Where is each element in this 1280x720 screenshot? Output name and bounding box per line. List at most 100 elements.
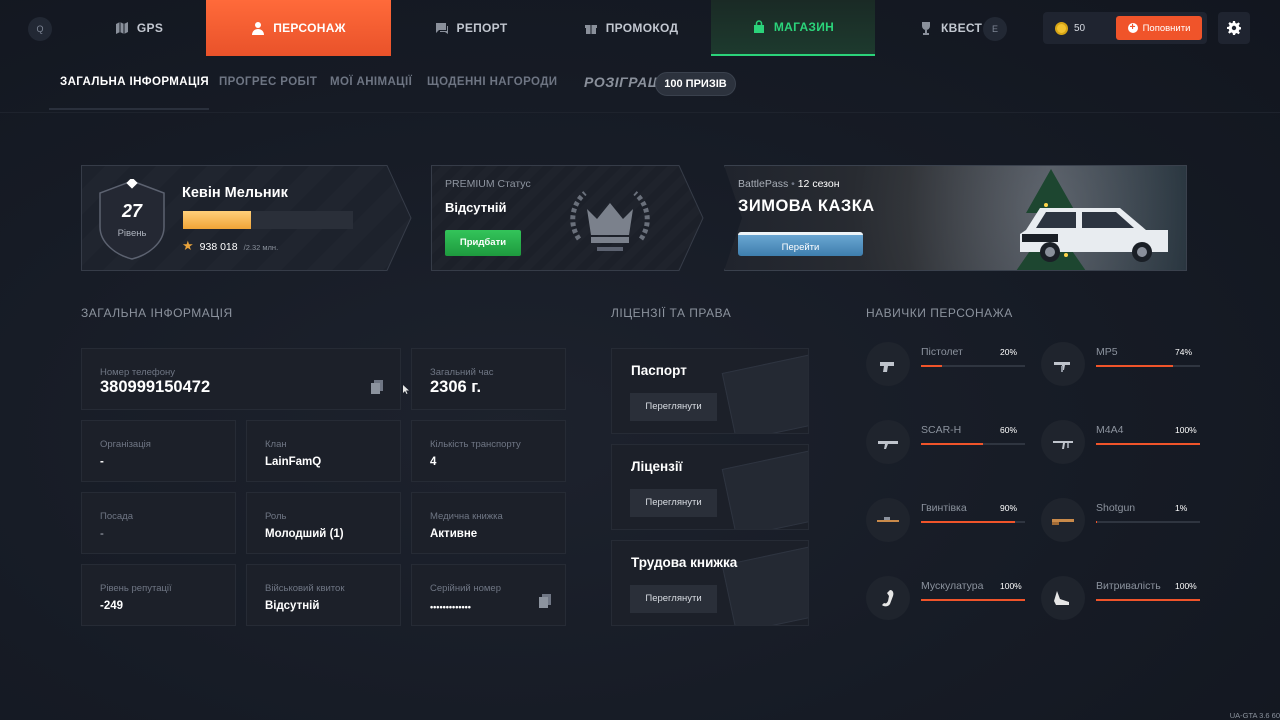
- skill-progress-bar: [1096, 443, 1200, 445]
- battlepass-card[interactable]: BattlePass • 12 сезон ЗИМОВА КАЗКА Перей…: [724, 165, 1187, 271]
- skill-item: Гвинтівка 90%: [866, 498, 1026, 552]
- tab-shop[interactable]: МАГАЗИН: [711, 0, 875, 56]
- clan-label: Клан: [265, 439, 287, 450]
- position-value: -: [100, 528, 104, 540]
- tab-character[interactable]: ПЕРСОНАЖ: [206, 0, 391, 56]
- playtime-value: 2306 г.: [430, 378, 482, 396]
- view-licenses-button[interactable]: Переглянути: [630, 489, 717, 517]
- coin-icon: [1055, 21, 1068, 35]
- map-icon: [115, 22, 128, 34]
- battlepass-name: BattlePass: [738, 178, 789, 190]
- sub-navigation: ЗАГАЛЬНА ІНФОРМАЦІЯ ПРОГРЕС РОБІТ МОЇ АН…: [0, 62, 1280, 112]
- subtab-job-progress[interactable]: ПРОГРЕС РОБІТ: [219, 76, 317, 88]
- subtab-my-animations[interactable]: МОЇ АНІМАЦІЇ: [330, 76, 412, 88]
- skill-name: Shotgun: [1096, 502, 1136, 514]
- chat-icon: [435, 23, 448, 34]
- skill-name: SCAR-H: [921, 424, 962, 436]
- level-label: Рівень: [117, 228, 147, 239]
- clan-cell: Клан LainFamQ: [246, 420, 401, 482]
- skill-progress-fill: [921, 365, 942, 367]
- battlepass-season: 12 сезон: [797, 178, 840, 190]
- shopping-bag-icon: [753, 20, 764, 33]
- tab-gps[interactable]: GPS: [72, 0, 206, 56]
- skill-percent: 74%: [1175, 347, 1193, 357]
- xp-readout: ★ 938 018 /2.32 млн.: [182, 238, 278, 254]
- raffle-badge[interactable]: 100 ПРИЗІВ: [655, 72, 736, 96]
- xp-value: 938 018: [199, 241, 238, 253]
- assault-rifle-icon: [1041, 420, 1085, 464]
- version-label: UA-GTA 3.6 60: [1229, 711, 1280, 720]
- skill-progress-bar: [1096, 599, 1200, 601]
- coin-balance: 50 + Поповнити: [1043, 12, 1207, 44]
- top-navigation: Q GPS ПЕРСОНАЖ РЕПОРТ ПРОМОКОД МАГАЗИН К…: [0, 0, 1280, 56]
- license-card-passport: Паспорт Переглянути: [611, 348, 809, 434]
- settings-button[interactable]: [1218, 12, 1250, 44]
- battlepass-label: BattlePass • 12 сезон: [738, 178, 840, 190]
- skill-percent: 1%: [1175, 503, 1188, 513]
- role-value: Молодший (1): [265, 528, 344, 540]
- skill-percent: 90%: [1000, 503, 1018, 513]
- skill-name: Гвинтівка: [921, 502, 967, 514]
- reputation-value: -249: [100, 600, 124, 612]
- license-card-licenses: Ліцензії Переглянути: [611, 444, 809, 530]
- view-workbook-button[interactable]: Переглянути: [630, 585, 717, 613]
- topup-label: Поповнити: [1142, 22, 1191, 34]
- serial-value: •••••••••••••: [430, 602, 471, 612]
- tab-promocode[interactable]: ПРОМОКОД: [551, 0, 711, 56]
- medical-cell: Медична книжка Активне: [411, 492, 566, 554]
- skill-progress-bar: [921, 599, 1025, 601]
- skill-percent: 20%: [1000, 347, 1018, 357]
- xp-max: /2.32 млн.: [243, 243, 279, 252]
- skill-item: M4A4 100%: [1041, 420, 1201, 474]
- organization-cell: Організація -: [81, 420, 236, 482]
- organization-value: -: [100, 456, 104, 468]
- battlepass-open-button[interactable]: Перейти: [738, 232, 863, 256]
- topup-button[interactable]: + Поповнити: [1116, 16, 1202, 40]
- skill-progress-fill: [921, 599, 1025, 601]
- sneaker-icon: [1041, 576, 1085, 620]
- document-icon: [721, 354, 808, 433]
- reputation-cell: Рівень репутації -249: [81, 564, 236, 626]
- document-icon: [721, 450, 808, 529]
- section-title-info: ЗАГАЛЬНА ІНФОРМАЦІЯ: [81, 306, 233, 320]
- arm-muscle-icon: [866, 576, 910, 620]
- car-icon: [1020, 208, 1168, 262]
- tab-quest[interactable]: КВЕСТ: [875, 0, 985, 56]
- shotgun-icon: [1041, 498, 1085, 542]
- skill-name: Витривалість: [1096, 580, 1161, 592]
- key-hint-right: E: [983, 17, 1007, 41]
- skill-percent: 100%: [1175, 425, 1197, 435]
- skill-progress-bar: [1096, 521, 1200, 523]
- tab-label: ПРОМОКОД: [605, 21, 679, 35]
- xp-progress-bar: [183, 211, 353, 229]
- vehicles-label: Кількість транспорту: [430, 439, 521, 450]
- level-card: 27 Рівень Кевін Мельник ★ 938 018 /2.32 …: [81, 165, 411, 271]
- tab-label: РЕПОРТ: [456, 21, 508, 35]
- active-tab-underline: [49, 108, 209, 110]
- military-cell: Військовий квиток Відсутній: [246, 564, 401, 626]
- serial-label: Серійний номер: [430, 583, 501, 594]
- premium-card-outline: [431, 165, 704, 271]
- subtab-general-info[interactable]: ЗАГАЛЬНА ІНФОРМАЦІЯ: [60, 76, 209, 88]
- phone-cell: Номер телефону 380999150472: [81, 348, 401, 410]
- copy-icon[interactable]: [539, 594, 551, 608]
- level-number: 27: [121, 201, 143, 221]
- skill-percent: 100%: [1000, 581, 1022, 591]
- raffle-title[interactable]: РОЗІГРАШ: [584, 74, 662, 90]
- license-card-workbook: Трудова книжка Переглянути: [611, 540, 809, 626]
- plus-icon: +: [1127, 23, 1138, 33]
- subtab-daily-rewards[interactable]: ЩОДЕННІ НАГОРОДИ: [427, 76, 557, 88]
- playtime-label: Загальний час: [430, 367, 494, 378]
- copy-icon[interactable]: [371, 380, 383, 394]
- tab-report[interactable]: РЕПОРТ: [391, 0, 551, 56]
- license-title: Трудова книжка: [631, 555, 738, 570]
- license-title: Ліцензії: [631, 459, 683, 474]
- vehicles-cell: Кількість транспорту 4: [411, 420, 566, 482]
- view-passport-button[interactable]: Переглянути: [630, 393, 717, 421]
- skill-progress-fill: [921, 521, 1015, 523]
- user-icon: [252, 22, 265, 35]
- battlepass-title: ЗИМОВА КАЗКА: [738, 197, 875, 215]
- skill-progress-bar: [921, 521, 1025, 523]
- serial-cell: Серійний номер •••••••••••••: [411, 564, 566, 626]
- skill-item: MP5 74%: [1041, 342, 1201, 396]
